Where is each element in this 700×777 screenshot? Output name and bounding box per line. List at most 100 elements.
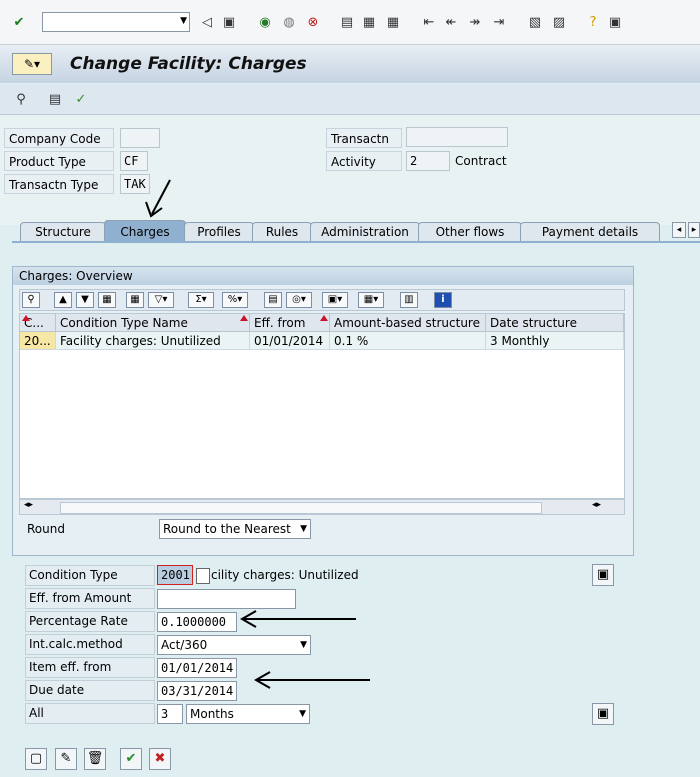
edit-icon[interactable]: ✎ xyxy=(55,748,77,770)
enter-icon[interactable]: ✔ xyxy=(10,13,28,31)
create-session-icon[interactable]: ▧ xyxy=(526,13,544,31)
company-code-field[interactable] xyxy=(120,128,160,148)
tab-scroll-right-icon[interactable]: ▸ xyxy=(688,222,700,238)
find-icon[interactable]: ▦ xyxy=(98,292,116,308)
shortcut-icon[interactable]: ▨ xyxy=(550,13,568,31)
export-icon[interactable]: ▣▾ xyxy=(322,292,348,308)
activity-field[interactable]: 2 xyxy=(406,151,450,171)
back-triangle-icon[interactable]: ◁ xyxy=(198,13,216,31)
table-cell-name[interactable]: Facility charges: Unutilized xyxy=(56,332,250,350)
transactn-field[interactable] xyxy=(406,127,508,147)
help-icon[interactable]: ? xyxy=(584,13,602,31)
int-calc-method-select[interactable]: Act/360 ▼ xyxy=(157,635,311,655)
find-next-icon[interactable]: ▦ xyxy=(126,292,144,308)
column-header-label: Condition Type Name xyxy=(60,316,188,330)
subtotal-icon[interactable]: %▾ xyxy=(222,292,248,308)
tab-strip-line xyxy=(12,241,700,243)
round-select[interactable]: Round to the Nearest ▼ xyxy=(159,519,311,539)
scroll-right-icon[interactable]: ◂▸ xyxy=(592,500,601,510)
item-eff-from-label: Item eff. from xyxy=(25,657,155,678)
tab-rules[interactable]: Rules xyxy=(252,222,312,242)
cancel-icon[interactable]: ✖ xyxy=(149,748,171,770)
transactn-label: Transactn xyxy=(326,128,402,148)
chevron-down-icon[interactable]: ▼ xyxy=(180,16,187,26)
next-page-icon[interactable]: ↠ xyxy=(466,13,484,31)
cancel-icon[interactable]: ⊗ xyxy=(304,13,322,31)
new-entry-icon[interactable]: ▢ xyxy=(25,748,47,770)
previous-page-icon[interactable]: ↞ xyxy=(442,13,460,31)
layout-icon[interactable]: ▦▾ xyxy=(358,292,384,308)
details-icon[interactable]: ⚲ xyxy=(22,292,40,308)
save-icon[interactable]: ▣ xyxy=(220,13,238,31)
filter-icon[interactable]: ▽▾ xyxy=(148,292,174,308)
all-number-field[interactable]: 3 xyxy=(157,704,183,724)
table-cell-eff-from[interactable]: 01/01/2014 xyxy=(250,332,330,350)
tab-profiles[interactable]: Profiles xyxy=(184,222,254,242)
title-bar: ✎▾ Change Facility: Charges xyxy=(0,45,700,83)
eff-from-amount-field[interactable] xyxy=(157,589,296,609)
print-preview-icon[interactable]: ▤ xyxy=(264,292,282,308)
column-header-amount-based-structure[interactable]: Amount-based structure xyxy=(330,314,486,332)
table-cell-amount-structure[interactable]: 0.1 % xyxy=(330,332,486,350)
column-header-label: Eff. from xyxy=(254,316,306,330)
int-calc-method-label: Int.calc.method xyxy=(25,634,155,655)
condition-details-icon[interactable]: ▣ xyxy=(592,564,614,586)
all-unit-select[interactable]: Months ▼ xyxy=(186,704,310,724)
column-header-eff-from[interactable]: Eff. from xyxy=(250,314,330,332)
item-eff-from-field[interactable]: 01/01/2014 xyxy=(157,658,237,678)
tab-administration[interactable]: Administration xyxy=(310,222,420,242)
layout-menu-icon[interactable]: ▣ xyxy=(606,13,624,31)
first-page-icon[interactable]: ⇤ xyxy=(420,13,438,31)
print-icon[interactable]: ▤ xyxy=(338,13,356,31)
scroll-thumb[interactable] xyxy=(60,502,542,514)
round-select-value: Round to the Nearest xyxy=(163,522,291,536)
tab-charges[interactable]: Charges xyxy=(104,220,186,242)
tab-other-flows[interactable]: Other flows xyxy=(418,222,522,242)
check-icon[interactable]: ✓ xyxy=(72,90,90,108)
grid-toolbar: ⚲ ▲ ▼ ▦ ▦ ▽▾ Σ▾ %▾ ▤ ◎▾ ▣▾ ▦▾ ▥ i xyxy=(19,289,625,311)
charges-table: C... Condition Type Name Eff. from Amoun… xyxy=(19,313,625,499)
command-field[interactable]: ▼ xyxy=(42,12,190,32)
condition-type-field[interactable]: 2001 xyxy=(157,565,193,585)
annotation-arrow-percentage xyxy=(239,610,356,628)
back-icon[interactable]: ◉ xyxy=(256,13,274,31)
all-unit-value: Months xyxy=(190,707,234,721)
views-icon[interactable]: ◎▾ xyxy=(286,292,312,308)
horizontal-scrollbar[interactable]: ◂▸ ◂▸ xyxy=(19,499,625,515)
graphic-icon[interactable]: ▥ xyxy=(400,292,418,308)
confirm-icon[interactable]: ✔ xyxy=(120,748,142,770)
transactn-type-label: Transactn Type xyxy=(4,174,114,194)
sort-ascending-icon[interactable]: ▲ xyxy=(54,292,72,308)
product-type-field[interactable]: CF xyxy=(120,151,148,171)
column-header-date-structure[interactable]: Date structure xyxy=(486,314,624,332)
find-icon[interactable]: ▦ xyxy=(360,13,378,31)
column-header-label: Amount-based structure xyxy=(334,316,480,330)
copy-icon[interactable] xyxy=(196,568,210,584)
sum-icon[interactable]: Σ▾ xyxy=(188,292,214,308)
sort-marker-icon xyxy=(240,315,248,321)
tab-payment-details[interactable]: Payment details xyxy=(520,222,660,242)
tab-scroll-left-icon[interactable]: ◂ xyxy=(672,222,686,238)
eff-from-amount-label: Eff. from Amount xyxy=(25,588,155,609)
chevron-down-icon[interactable]: ▼ xyxy=(300,636,307,654)
schedule-icon[interactable]: ▣ xyxy=(592,703,614,725)
last-page-icon[interactable]: ⇥ xyxy=(490,13,508,31)
tab-structure[interactable]: Structure xyxy=(20,222,106,242)
exit-icon[interactable]: ◍ xyxy=(280,13,298,31)
chevron-down-icon[interactable]: ▼ xyxy=(300,520,307,538)
document-icon[interactable]: ▤ xyxy=(46,90,64,108)
table-cell-c[interactable]: 20... xyxy=(20,332,56,350)
column-header-condition-type-name[interactable]: Condition Type Name xyxy=(56,314,250,332)
delete-icon[interactable]: 🗑 xyxy=(84,748,106,770)
scroll-left-icon[interactable]: ◂▸ xyxy=(24,500,33,510)
table-cell-date-structure[interactable]: 3 Monthly xyxy=(486,332,624,350)
due-date-field[interactable]: 03/31/2014 xyxy=(157,681,237,701)
menu-button[interactable]: ✎▾ xyxy=(12,53,52,75)
percentage-rate-field[interactable]: 0.1000000 xyxy=(157,612,237,632)
chevron-down-icon[interactable]: ▼ xyxy=(299,705,306,723)
sort-descending-icon[interactable]: ▼ xyxy=(76,292,94,308)
find-next-icon[interactable]: ▦ xyxy=(384,13,402,31)
company-code-label: Company Code xyxy=(4,128,114,148)
info-icon[interactable]: i xyxy=(434,292,452,308)
hierarchy-icon[interactable]: ⚲ xyxy=(12,90,30,108)
